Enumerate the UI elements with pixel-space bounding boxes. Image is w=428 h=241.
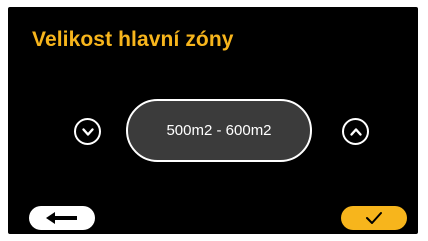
chevron-down-icon <box>81 127 94 136</box>
zone-size-screen: Velikost hlavní zóny 500m2 - 600m2 <box>8 7 418 234</box>
page-title: Velikost hlavní zóny <box>32 28 234 51</box>
increase-button[interactable] <box>342 118 369 145</box>
confirm-button[interactable] <box>341 206 407 230</box>
zone-size-value-text: 500m2 - 600m2 <box>166 122 272 139</box>
chevron-up-icon <box>349 127 362 136</box>
zone-size-value[interactable]: 500m2 - 600m2 <box>126 99 312 162</box>
arrow-left-icon <box>46 212 77 224</box>
back-button[interactable] <box>29 206 95 230</box>
decrease-button[interactable] <box>74 118 101 145</box>
check-icon <box>366 212 382 224</box>
